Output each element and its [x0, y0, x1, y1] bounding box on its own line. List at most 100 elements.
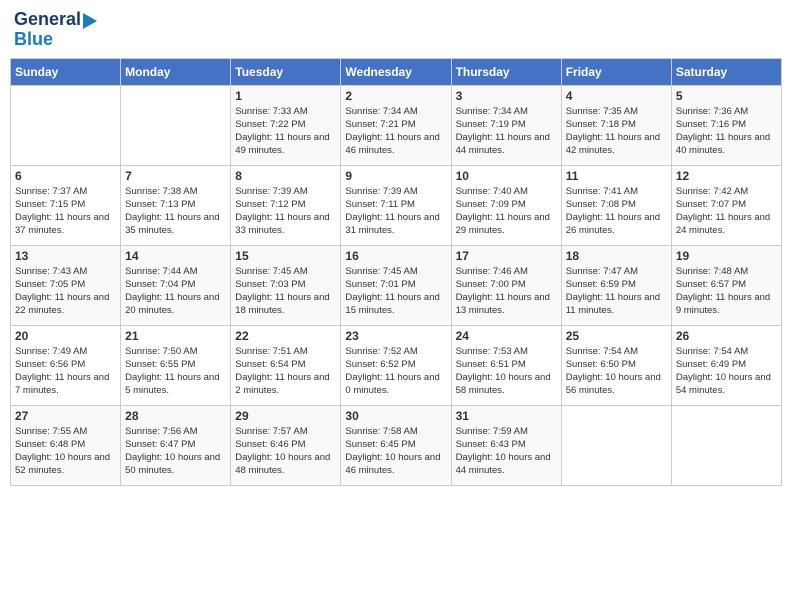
- calendar-cell: 9Sunrise: 7:39 AM Sunset: 7:11 PM Daylig…: [341, 165, 451, 245]
- calendar-cell: 25 Sunrise: 7:54 AM Sunset: 6:50 PM Dayli…: [561, 325, 671, 405]
- day-number: 5: [676, 89, 777, 103]
- day-number: 16: [345, 249, 446, 263]
- calendar-cell: 28 Sunrise: 7:56 AM Sunset: 6:47 PM Dayli…: [121, 405, 231, 485]
- weekday-header: Sunday: [11, 58, 121, 85]
- calendar-cell: 24Sunrise: 7:53 AM Sunset: 6:51 PM Dayli…: [451, 325, 561, 405]
- calendar-cell: [11, 85, 121, 165]
- weekday-header: Saturday: [671, 58, 781, 85]
- day-number: 31: [456, 409, 557, 423]
- calendar-cell: 2 Sunrise: 7:34 AM Sunset: 7:21 PM Daylig…: [341, 85, 451, 165]
- calendar-cell: 15 Sunrise: 7:45 AM Sunset: 7:03 PM Dayli…: [231, 245, 341, 325]
- day-info: Sunrise: 7:59 AM Sunset: 6:43 PM Dayligh…: [456, 425, 557, 478]
- calendar-cell: 3 Sunrise: 7:34 AM Sunset: 7:19 PM Daylig…: [451, 85, 561, 165]
- day-number: 29: [235, 409, 336, 423]
- weekday-header: Thursday: [451, 58, 561, 85]
- logo-arrow-icon: [83, 13, 97, 29]
- day-number: 1: [235, 89, 336, 103]
- calendar-cell: 29 Sunrise: 7:57 AM Sunset: 6:46 PM Dayli…: [231, 405, 341, 485]
- day-number: 7: [125, 169, 226, 183]
- day-info: Sunrise: 7:54 AM Sunset: 6:50 PM Dayligh…: [566, 345, 667, 398]
- calendar-cell: 17 Sunrise: 7:46 AM Sunset: 7:00 PM Dayli…: [451, 245, 561, 325]
- day-number: 22: [235, 329, 336, 343]
- day-info: Sunrise: 7:57 AM Sunset: 6:46 PM Dayligh…: [235, 425, 336, 478]
- calendar-week-row: 1 Sunrise: 7:33 AM Sunset: 7:22 PM Daylig…: [11, 85, 782, 165]
- calendar-cell: 20Sunrise: 7:49 AM Sunset: 6:56 PM Dayli…: [11, 325, 121, 405]
- logo-general-text: General: [14, 10, 97, 30]
- day-number: 12: [676, 169, 777, 183]
- calendar-table: SundayMondayTuesdayWednesdayThursdayFrid…: [10, 58, 782, 486]
- day-info: Sunrise: 7:56 AM Sunset: 6:47 PM Dayligh…: [125, 425, 226, 478]
- day-number: 3: [456, 89, 557, 103]
- logo-blue: Blue: [14, 30, 97, 50]
- day-info: Sunrise: 7:52 AM Sunset: 6:52 PM Dayligh…: [345, 345, 446, 398]
- day-info: Sunrise: 7:33 AM Sunset: 7:22 PM Dayligh…: [235, 105, 336, 158]
- calendar-week-row: 27Sunrise: 7:55 AM Sunset: 6:48 PM Dayli…: [11, 405, 782, 485]
- day-number: 17: [456, 249, 557, 263]
- calendar-cell: 6 Sunrise: 7:37 AM Sunset: 7:15 PM Daylig…: [11, 165, 121, 245]
- day-number: 9: [345, 169, 446, 183]
- calendar-cell: 30 Sunrise: 7:58 AM Sunset: 6:45 PM Dayli…: [341, 405, 451, 485]
- day-info: Sunrise: 7:34 AM Sunset: 7:19 PM Dayligh…: [456, 105, 557, 158]
- day-number: 26: [676, 329, 777, 343]
- calendar-cell: 5 Sunrise: 7:36 AM Sunset: 7:16 PM Daylig…: [671, 85, 781, 165]
- logo-general: General: [14, 10, 81, 30]
- calendar-week-row: 6 Sunrise: 7:37 AM Sunset: 7:15 PM Daylig…: [11, 165, 782, 245]
- calendar-cell: [671, 405, 781, 485]
- day-number: 15: [235, 249, 336, 263]
- day-number: 14: [125, 249, 226, 263]
- calendar-cell: 13 Sunrise: 7:43 AM Sunset: 7:05 PM Dayli…: [11, 245, 121, 325]
- day-info: Sunrise: 7:40 AM Sunset: 7:09 PM Dayligh…: [456, 185, 557, 238]
- day-number: 30: [345, 409, 446, 423]
- day-info: Sunrise: 7:45 AM Sunset: 7:01 PM Dayligh…: [345, 265, 446, 318]
- calendar-week-row: 13 Sunrise: 7:43 AM Sunset: 7:05 PM Dayli…: [11, 245, 782, 325]
- day-number: 2: [345, 89, 446, 103]
- day-number: 19: [676, 249, 777, 263]
- day-info: Sunrise: 7:44 AM Sunset: 7:04 PM Dayligh…: [125, 265, 226, 318]
- calendar-cell: 8Sunrise: 7:39 AM Sunset: 7:12 PM Daylig…: [231, 165, 341, 245]
- calendar-cell: [561, 405, 671, 485]
- day-info: Sunrise: 7:54 AM Sunset: 6:49 PM Dayligh…: [676, 345, 777, 398]
- day-info: Sunrise: 7:42 AM Sunset: 7:07 PM Dayligh…: [676, 185, 777, 238]
- day-info: Sunrise: 7:34 AM Sunset: 7:21 PM Dayligh…: [345, 105, 446, 158]
- day-info: Sunrise: 7:36 AM Sunset: 7:16 PM Dayligh…: [676, 105, 777, 158]
- weekday-header: Monday: [121, 58, 231, 85]
- day-number: 20: [15, 329, 116, 343]
- day-number: 23: [345, 329, 446, 343]
- calendar-cell: 31 Sunrise: 7:59 AM Sunset: 6:43 PM Dayli…: [451, 405, 561, 485]
- calendar-cell: [121, 85, 231, 165]
- day-info: Sunrise: 7:50 AM Sunset: 6:55 PM Dayligh…: [125, 345, 226, 398]
- calendar-cell: 23 Sunrise: 7:52 AM Sunset: 6:52 PM Dayli…: [341, 325, 451, 405]
- calendar-cell: 22 Sunrise: 7:51 AM Sunset: 6:54 PM Dayli…: [231, 325, 341, 405]
- day-number: 13: [15, 249, 116, 263]
- day-info: Sunrise: 7:39 AM Sunset: 7:12 PM Dayligh…: [235, 185, 336, 238]
- day-info: Sunrise: 7:58 AM Sunset: 6:45 PM Dayligh…: [345, 425, 446, 478]
- day-info: Sunrise: 7:43 AM Sunset: 7:05 PM Dayligh…: [15, 265, 116, 318]
- calendar-cell: 21Sunrise: 7:50 AM Sunset: 6:55 PM Dayli…: [121, 325, 231, 405]
- day-info: Sunrise: 7:45 AM Sunset: 7:03 PM Dayligh…: [235, 265, 336, 318]
- day-info: Sunrise: 7:37 AM Sunset: 7:15 PM Dayligh…: [15, 185, 116, 238]
- day-number: 25: [566, 329, 667, 343]
- calendar-cell: 19Sunrise: 7:48 AM Sunset: 6:57 PM Dayli…: [671, 245, 781, 325]
- calendar-cell: 14 Sunrise: 7:44 AM Sunset: 7:04 PM Dayli…: [121, 245, 231, 325]
- weekday-header: Friday: [561, 58, 671, 85]
- day-info: Sunrise: 7:46 AM Sunset: 7:00 PM Dayligh…: [456, 265, 557, 318]
- calendar-header-row: SundayMondayTuesdayWednesdayThursdayFrid…: [11, 58, 782, 85]
- day-info: Sunrise: 7:51 AM Sunset: 6:54 PM Dayligh…: [235, 345, 336, 398]
- calendar-week-row: 20Sunrise: 7:49 AM Sunset: 6:56 PM Dayli…: [11, 325, 782, 405]
- calendar-cell: 4 Sunrise: 7:35 AM Sunset: 7:18 PM Daylig…: [561, 85, 671, 165]
- logo: General Blue: [14, 10, 97, 50]
- day-number: 28: [125, 409, 226, 423]
- calendar-cell: 18Sunrise: 7:47 AM Sunset: 6:59 PM Dayli…: [561, 245, 671, 325]
- page-header: General Blue: [10, 10, 782, 50]
- calendar-cell: 1 Sunrise: 7:33 AM Sunset: 7:22 PM Daylig…: [231, 85, 341, 165]
- day-number: 4: [566, 89, 667, 103]
- day-info: Sunrise: 7:35 AM Sunset: 7:18 PM Dayligh…: [566, 105, 667, 158]
- day-number: 18: [566, 249, 667, 263]
- calendar-body: 1 Sunrise: 7:33 AM Sunset: 7:22 PM Daylig…: [11, 85, 782, 485]
- day-number: 24: [456, 329, 557, 343]
- calendar-cell: 7Sunrise: 7:38 AM Sunset: 7:13 PM Daylig…: [121, 165, 231, 245]
- day-number: 6: [15, 169, 116, 183]
- calendar-cell: 11Sunrise: 7:41 AM Sunset: 7:08 PM Dayli…: [561, 165, 671, 245]
- day-number: 10: [456, 169, 557, 183]
- day-info: Sunrise: 7:55 AM Sunset: 6:48 PM Dayligh…: [15, 425, 116, 478]
